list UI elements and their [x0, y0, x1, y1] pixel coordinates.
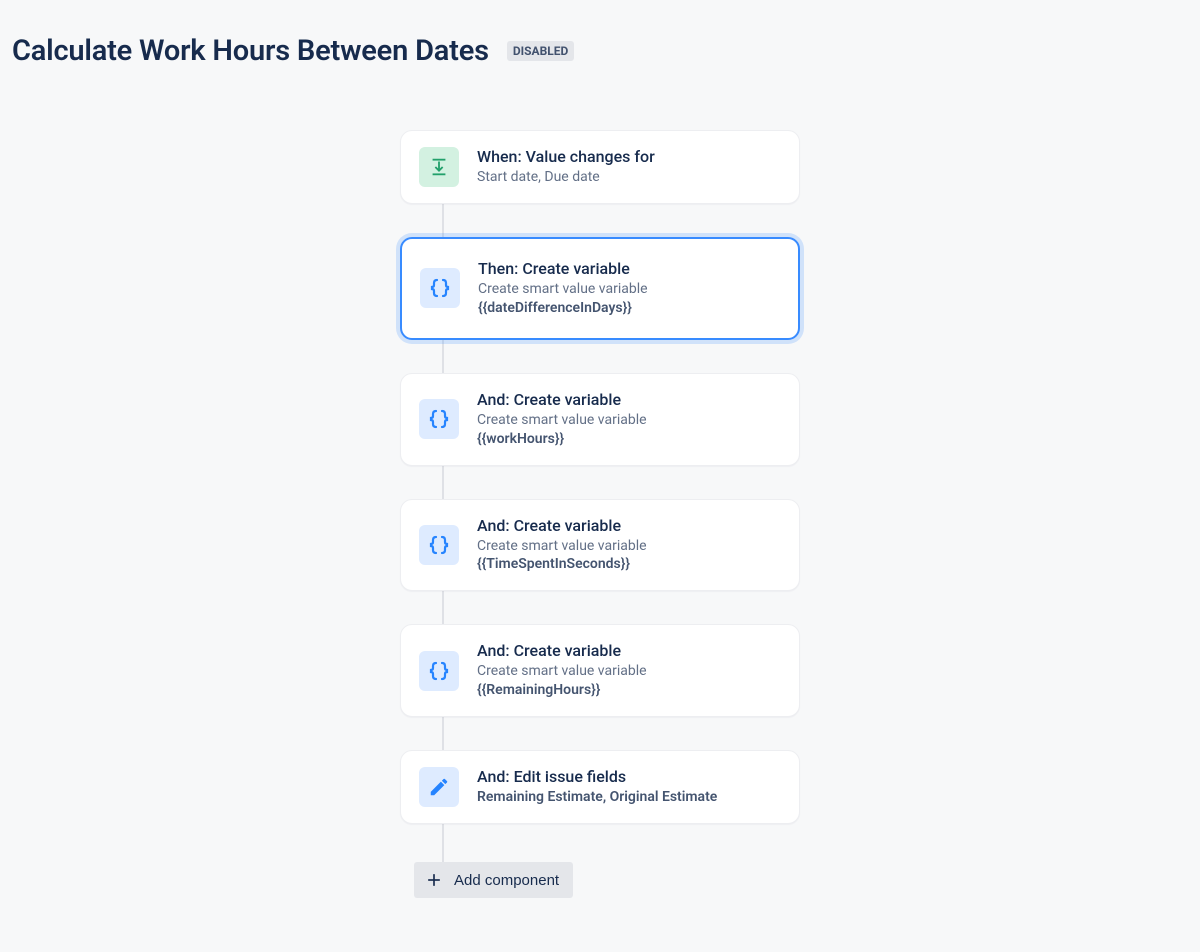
- automation-flow: When: Value changes for Start date, Due d…: [400, 130, 800, 898]
- braces-icon: [419, 399, 459, 439]
- flow-node-content: And: Edit issue fields Remaining Estimate…: [477, 767, 717, 807]
- flow-node-content: And: Create variable Create smart value v…: [477, 641, 647, 700]
- braces-icon: [419, 525, 459, 565]
- page-header: Calculate Work Hours Between Dates DISAB…: [0, 0, 1200, 68]
- flow-node-sub: Remaining Estimate, Original Estimate: [477, 788, 717, 807]
- flow-node-sub: Create smart value variable{{TimeSpentIn…: [477, 537, 647, 575]
- page-title: Calculate Work Hours Between Dates: [12, 34, 489, 68]
- download-icon: [419, 147, 459, 187]
- add-component-label: Add component: [454, 872, 559, 889]
- braces-icon: [420, 268, 460, 308]
- plus-icon: [424, 870, 444, 890]
- status-badge: DISABLED: [507, 41, 574, 61]
- flow-node-sub: Create smart value variable{{dateDiffere…: [478, 280, 648, 318]
- flow-node-sub: Start date, Due date: [477, 168, 655, 187]
- flow-node-sub: Create smart value variable{{workHours}}: [477, 411, 647, 449]
- flow-node-sub: Create smart value variable{{RemainingHo…: [477, 662, 647, 700]
- flow-node[interactable]: Then: Create variable Create smart value …: [400, 237, 800, 340]
- braces-icon: [419, 651, 459, 691]
- flow-node[interactable]: And: Edit issue fields Remaining Estimate…: [400, 750, 800, 824]
- flow-node[interactable]: And: Create variable Create smart value v…: [400, 373, 800, 466]
- flow-node[interactable]: And: Create variable Create smart value v…: [400, 499, 800, 592]
- add-component-button[interactable]: Add component: [414, 862, 573, 898]
- flow-node-title: And: Create variable: [477, 390, 647, 409]
- flow-node-title: And: Edit issue fields: [477, 767, 717, 786]
- flow-node-content: When: Value changes for Start date, Due d…: [477, 147, 655, 187]
- flow-node-content: Then: Create variable Create smart value …: [478, 259, 648, 318]
- flow-node[interactable]: When: Value changes for Start date, Due d…: [400, 130, 800, 204]
- flow-node-title: And: Create variable: [477, 641, 647, 660]
- flow-node-title: Then: Create variable: [478, 259, 648, 278]
- pencil-icon: [419, 767, 459, 807]
- flow-node-content: And: Create variable Create smart value v…: [477, 390, 647, 449]
- flow-node[interactable]: And: Create variable Create smart value v…: [400, 624, 800, 717]
- flow-node-content: And: Create variable Create smart value v…: [477, 516, 647, 575]
- flow-node-title: And: Create variable: [477, 516, 647, 535]
- flow-node-title: When: Value changes for: [477, 147, 655, 166]
